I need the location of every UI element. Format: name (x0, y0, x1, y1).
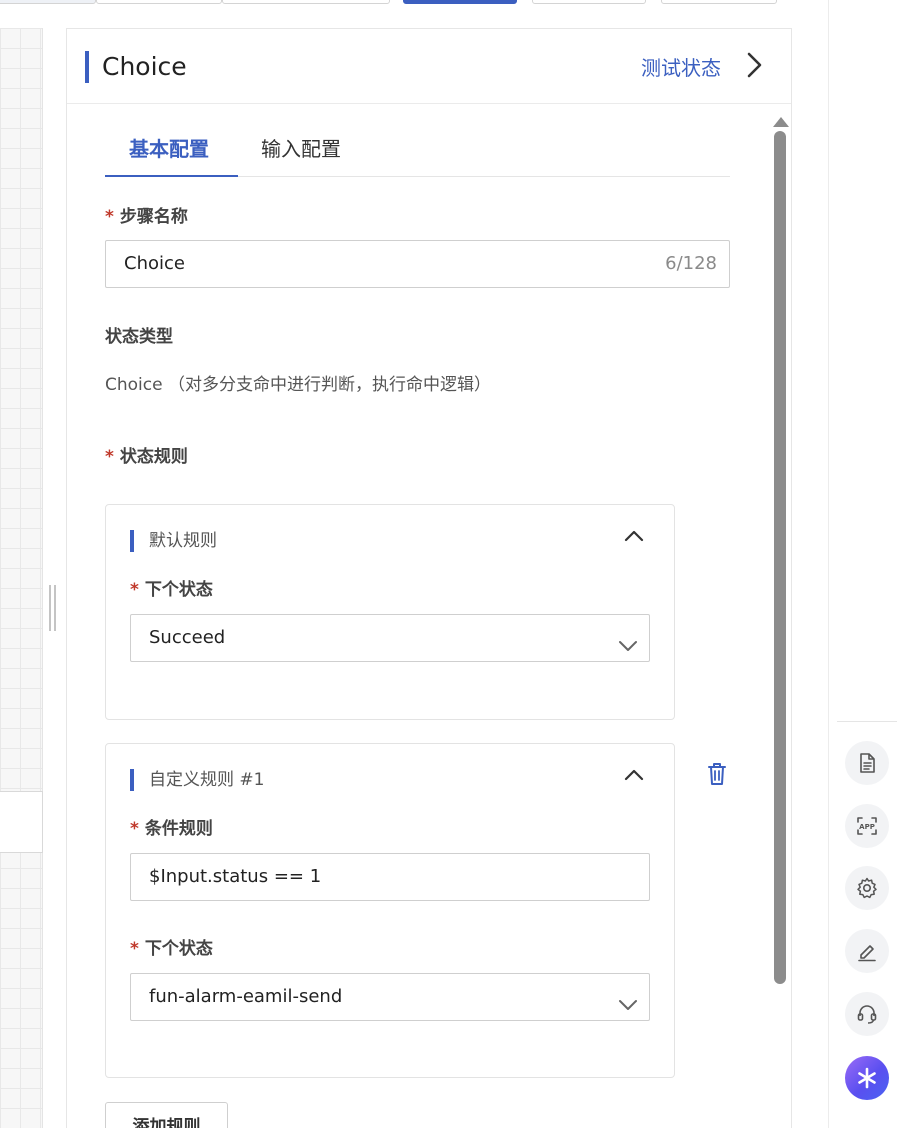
char-counter: 6/128 (665, 253, 717, 274)
next-state-select[interactable]: Succeed (130, 614, 650, 662)
toolbar-primary-button[interactable] (403, 0, 517, 4)
rule-title: 自定义规则 #1 (149, 770, 265, 790)
condition-value: $Input.status == 1 (149, 866, 322, 887)
app-icon: APP (857, 817, 877, 835)
rule-card-default: 默认规则 * 下个状态 Succeed (105, 504, 675, 720)
canvas-node[interactable] (0, 791, 43, 853)
scroll-up-arrow-icon[interactable] (772, 113, 790, 127)
chevron-down-icon (617, 628, 639, 651)
selected-value: fun-alarm-eamil-send (149, 986, 343, 1007)
next-state-select[interactable]: fun-alarm-eamil-send (130, 973, 650, 1021)
document-button[interactable] (845, 741, 889, 785)
headset-icon (857, 1005, 877, 1024)
chevron-up-icon[interactable] (622, 524, 646, 548)
app-button[interactable]: APP (845, 804, 889, 848)
step-name-value: Choice (124, 253, 185, 274)
toolbar-button[interactable] (222, 0, 390, 4)
next-state-label: * 下个状态 (130, 580, 213, 600)
state-type-value: Choice （对多分支命中进行判断，执行命中逻辑） (105, 375, 491, 395)
active-tab-indicator (105, 175, 238, 177)
document-icon (860, 753, 875, 773)
condition-rule-input[interactable]: $Input.status == 1 (130, 853, 650, 901)
scrollbar-thumb[interactable] (774, 131, 786, 984)
required-mark: * (105, 207, 114, 227)
toolbar-button[interactable] (0, 0, 96, 4)
next-state-label: * 下个状态 (130, 939, 213, 959)
edit-button[interactable] (845, 929, 889, 973)
title-accent-bar (85, 51, 89, 83)
edit-icon (858, 945, 876, 962)
top-toolbar (0, 0, 828, 28)
required-mark: * (105, 447, 114, 467)
toolbar-button[interactable] (661, 0, 777, 4)
toolbar-button[interactable] (532, 0, 646, 4)
chevron-up-icon[interactable] (622, 763, 646, 787)
right-tool-rail: APP (828, 0, 901, 1128)
rule-title: 默认规则 (149, 531, 217, 551)
svg-text:APP: APP (859, 823, 875, 831)
gear-icon (857, 877, 877, 899)
state-type-label: 状态类型 (105, 327, 173, 347)
trash-icon[interactable] (705, 760, 729, 788)
step-name-input[interactable]: Choice 6/128 (105, 240, 730, 288)
test-state-link[interactable]: 测试状态 (641, 55, 721, 81)
card-accent-bar (130, 530, 134, 552)
tab-basic-config[interactable]: 基本配置 (129, 136, 209, 162)
rail-divider (837, 721, 897, 722)
rule-card-custom: 自定义规则 #1 * 条件规则 $Input.status == 1 * 下个状态 … (105, 743, 675, 1078)
panel-title: Choice (102, 52, 187, 81)
tab-input-config[interactable]: 输入配置 (261, 136, 341, 162)
selected-value: Succeed (149, 627, 226, 648)
state-rules-label: * 状态规则 (105, 447, 188, 467)
panel-header: Choice 测试状态 (67, 29, 791, 104)
add-rule-button[interactable]: 添加规则 (105, 1102, 228, 1128)
ai-assistant-button[interactable] (845, 1056, 889, 1100)
card-accent-bar (130, 769, 134, 791)
ai-assistant-icon (858, 1067, 876, 1089)
panel-resize-handle[interactable] (48, 585, 57, 631)
step-name-label: * 步骤名称 (105, 207, 188, 227)
settings-button[interactable] (845, 866, 889, 910)
workflow-canvas[interactable] (0, 28, 43, 1128)
condition-rule-label: * 条件规则 (130, 819, 213, 839)
support-button[interactable] (845, 992, 889, 1036)
chevron-down-icon (617, 987, 639, 1010)
chevron-right-icon[interactable] (743, 51, 767, 79)
config-panel: Choice 测试状态 基本配置 输入配置 * 步骤名称 Choice 6/128… (66, 28, 792, 1128)
toolbar-button[interactable] (96, 0, 222, 4)
